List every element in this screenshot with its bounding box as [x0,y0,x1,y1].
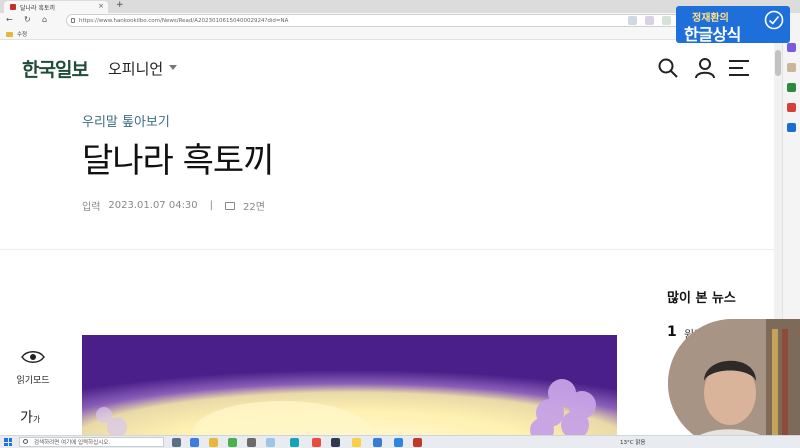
tab-title: 달나라 흑토끼 [20,4,56,12]
browser-tab[interactable]: 달나라 흑토끼 × [4,1,108,13]
article-hero-image [82,335,617,435]
user-icon[interactable] [694,58,716,78]
app-icon-8[interactable] [413,438,422,447]
web-page: 한국일보 오피니언 우리말 톺아보기 달나라 흑토끼 입력 2023.01.07… [0,40,774,435]
app-icon-6[interactable] [373,438,382,447]
reader-mode-button[interactable]: 읽기모드 [16,350,50,386]
search-icon[interactable] [658,58,678,78]
app-icon-1[interactable] [190,438,199,447]
article-category[interactable]: 우리말 톺아보기 [82,111,170,130]
site-logo[interactable]: 한국일보 [22,55,89,82]
sidebar-office-icon[interactable] [787,103,796,112]
badge-line-2: 한글상식 [684,25,741,43]
app-icon-2[interactable] [247,438,256,447]
font-size-small-label: 가 [32,415,41,424]
chrome-icon[interactable] [228,438,237,447]
sidebar-shopping-icon[interactable] [787,63,796,72]
font-size-button[interactable]: 가가 [20,407,40,427]
font-size-big-label: 가 [20,410,33,426]
chevron-down-icon[interactable] [169,65,177,70]
sidebar-search-icon[interactable] [787,43,796,52]
article-headline: 달나라 흑토끼 [82,141,274,181]
page-count: 22면 [243,202,265,213]
kakaotalk-icon[interactable] [352,438,361,447]
divider [0,249,774,250]
search-icon [23,439,28,444]
webcam-overlay [668,319,800,448]
sidebar-tools-icon[interactable] [787,83,796,92]
meta-label: 입력 [82,202,101,213]
collections-icon[interactable] [662,16,671,25]
task-view-icon[interactable] [172,438,181,447]
screen: 달나라 흑토끼 × + ← ↻ ⌂ https://www.hankookilb… [0,0,800,448]
scrollbar-thumb[interactable] [775,50,781,76]
address-url: https://www.hankookilbo.com/News/Read/A2… [79,17,289,24]
app-icon-7[interactable] [394,438,403,447]
refresh-icon[interactable]: ↻ [24,15,31,24]
site-header: 한국일보 오피니언 [0,40,774,98]
app-icon-5[interactable] [331,438,340,447]
home-icon[interactable]: ⌂ [42,15,47,24]
site-favicon-icon [10,4,16,10]
taskbar-search-placeholder: 검색하려면 여기에 입력하십시오. [34,440,111,446]
app-icon-4[interactable] [312,438,321,447]
popular-rank: 1 [667,324,677,340]
tab-close-icon[interactable]: × [98,2,104,10]
taskbar: 검색하려면 여기에 입력하십시오. 13°C 맑음 [0,435,800,448]
reader-mode-label: 읽기모드 [16,376,50,386]
article-meta: 입력 2023.01.07 04:30 | 22면 [82,198,265,213]
edge-icon[interactable] [290,438,299,447]
favorites-icon[interactable] [645,16,654,25]
weather-widget[interactable]: 13°C 맑음 [620,438,645,446]
check-icon [764,10,784,30]
file-explorer-icon[interactable] [209,438,218,447]
channel-badge: 정재환의 한글상식 [676,6,790,43]
menu-icon[interactable] [728,58,750,78]
popular-news-title: 많이 본 뉴스 [667,291,736,306]
new-tab-button[interactable]: + [116,0,124,10]
read-aloud-icon[interactable] [628,16,637,25]
taskbar-search[interactable]: 검색하려면 여기에 입력하십시오. [19,437,164,447]
meta-separator: | [209,200,214,211]
sidebar-outlook-icon[interactable] [787,123,796,132]
section-dropdown[interactable]: 오피니언 [108,58,163,79]
bookmark-folder-label[interactable]: 수정 [17,30,27,38]
eye-icon [21,351,45,363]
folder-icon [6,31,13,37]
published-date: 2023.01.07 04:30 [108,200,198,211]
address-bar[interactable]: https://www.hankookilbo.com/News/Read/A2… [66,14,718,27]
back-icon[interactable]: ← [6,15,13,24]
app-icon-3[interactable] [266,438,275,447]
windows-start-icon[interactable] [4,438,12,446]
newspaper-icon [225,201,236,210]
lock-icon [71,18,75,23]
